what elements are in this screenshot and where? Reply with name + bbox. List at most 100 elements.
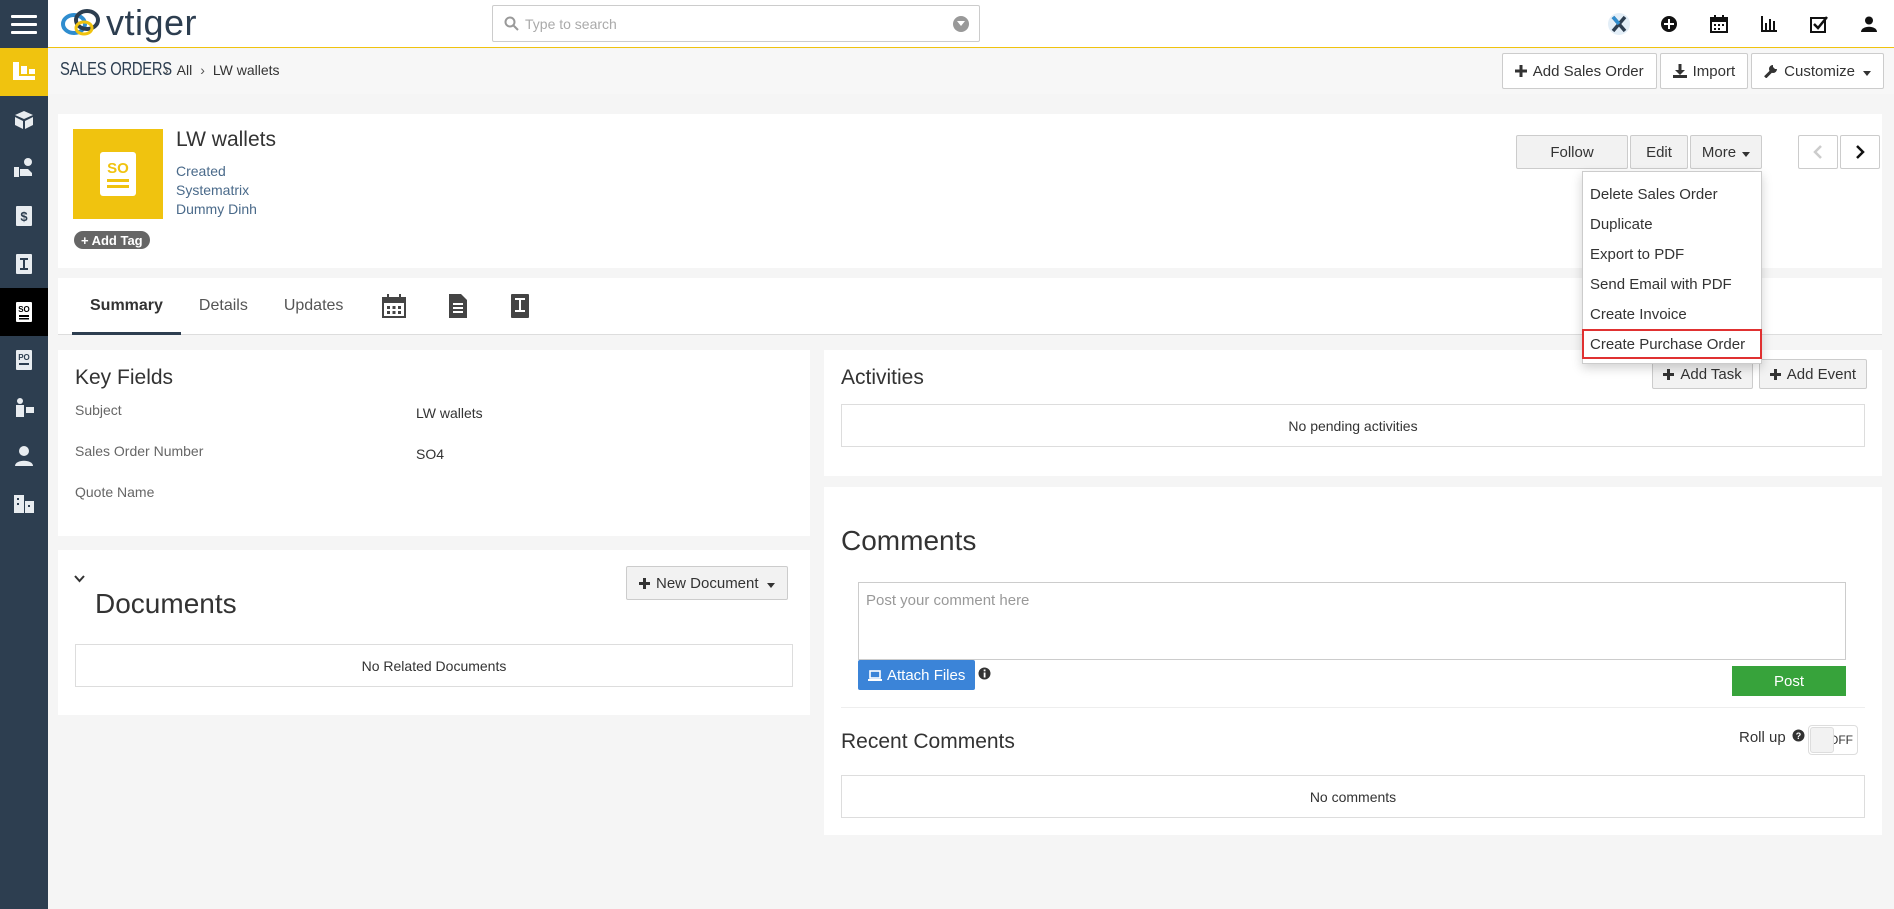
user-menu-button[interactable] xyxy=(1844,0,1894,48)
tab-updates[interactable]: Updates xyxy=(266,278,362,334)
breadcrumb-all[interactable]: All xyxy=(177,62,193,78)
customize-label: Customize xyxy=(1784,62,1855,80)
search-placeholder: Type to search xyxy=(525,15,617,32)
record-meta-line: Created xyxy=(176,163,226,179)
rail-item-sales-orders[interactable]: SO xyxy=(0,288,48,336)
next-record-button[interactable] xyxy=(1840,135,1880,169)
documents-empty-message: No Related Documents xyxy=(75,644,793,687)
checkbox-icon xyxy=(1810,16,1828,33)
record-meta-line[interactable]: Dummy Dinh xyxy=(176,200,257,219)
tab-summary[interactable]: Summary xyxy=(72,278,181,335)
calendar-icon xyxy=(1710,15,1728,33)
rollup-toggle[interactable]: OFF xyxy=(1808,725,1858,755)
attach-files-button[interactable]: Attach Files xyxy=(858,660,976,690)
top-bar: vtiger Type to search xyxy=(48,0,1894,48)
menu-item-create-purchase-order[interactable]: Create Purchase Order xyxy=(1582,329,1762,359)
calendar-button[interactable] xyxy=(1694,0,1744,48)
field-value-sales-order-number[interactable]: SO4 xyxy=(416,446,444,462)
tab-documents[interactable] xyxy=(427,278,489,334)
info-icon[interactable] xyxy=(978,667,991,683)
record-image: SO xyxy=(73,129,163,219)
rail-item-purchase-orders[interactable]: PO xyxy=(0,336,48,384)
rail-item-services[interactable] xyxy=(0,144,48,192)
person-icon xyxy=(15,446,33,466)
global-search-input[interactable]: Type to search xyxy=(492,5,980,42)
more-button[interactable]: More xyxy=(1690,135,1762,169)
key-fields-title: Key Fields xyxy=(75,366,174,389)
breadcrumb: SALES ORDERS › All › LW wallets xyxy=(60,59,280,80)
tab-activities[interactable] xyxy=(361,278,427,334)
activities-title: Activities xyxy=(841,366,924,389)
quick-x-button[interactable] xyxy=(1594,0,1644,48)
follow-button[interactable]: Follow xyxy=(1516,135,1628,169)
reports-button[interactable] xyxy=(1744,0,1794,48)
vtiger-logo[interactable]: vtiger xyxy=(60,4,197,42)
logo-mark-icon xyxy=(61,9,100,36)
tab-invoices[interactable] xyxy=(489,278,551,334)
add-event-button[interactable]: Add Event xyxy=(1758,359,1867,389)
rail-item-quotes[interactable] xyxy=(0,240,48,288)
activities-empty-message: No pending activities xyxy=(841,404,1865,447)
more-actions-dropdown: Delete Sales Order Duplicate Export to P… xyxy=(1582,171,1762,364)
field-label-sales-order-number: Sales Order Number xyxy=(75,443,204,459)
rollup-label: Roll up xyxy=(1739,729,1786,746)
left-icon-rail: $ SO PO xyxy=(0,0,48,909)
hand-coin-icon xyxy=(14,158,32,177)
breadcrumb-module[interactable]: SALES ORDERS xyxy=(60,59,172,80)
menu-item-send-email-with-pdf[interactable]: Send Email with PDF xyxy=(1583,269,1761,299)
recent-comments-title: Recent Comments xyxy=(841,730,1015,753)
menu-item-duplicate[interactable]: Duplicate xyxy=(1583,209,1761,239)
quick-create-button[interactable] xyxy=(1644,0,1694,48)
calendar-icon xyxy=(382,294,407,318)
dollar-book-icon: $ xyxy=(16,206,32,226)
field-label-quote-name: Quote Name xyxy=(75,484,155,500)
menu-item-delete-sales-order[interactable]: Delete Sales Order xyxy=(1583,179,1761,209)
record-title: LW wallets xyxy=(176,128,276,151)
previous-record-button[interactable] xyxy=(1798,135,1838,169)
rail-item-vendors[interactable] xyxy=(0,384,48,432)
sales-order-doc-icon: SO xyxy=(100,152,136,196)
header-actions: Add Sales Order Import Customize xyxy=(1501,53,1884,89)
chevron-right-icon: › xyxy=(200,61,205,78)
comment-textarea[interactable]: Post your comment here xyxy=(858,582,1846,660)
add-sales-order-label: Add Sales Order xyxy=(1532,62,1644,80)
add-event-label: Add Event xyxy=(1786,365,1856,383)
record-tile-label: SO xyxy=(107,160,129,177)
wrench-icon xyxy=(1764,64,1778,78)
user-icon xyxy=(1861,16,1877,32)
breadcrumb-bar: SALES ORDERS › All › LW wallets Add Sale… xyxy=(48,49,1894,94)
rail-item-products[interactable] xyxy=(0,96,48,144)
post-comment-button[interactable]: Post xyxy=(1732,666,1846,696)
help-icon[interactable]: ? xyxy=(1792,729,1805,746)
add-sales-order-button[interactable]: Add Sales Order xyxy=(1501,53,1657,89)
rail-item-inventory[interactable] xyxy=(0,48,48,96)
purchase-order-icon: PO xyxy=(16,350,32,370)
tasks-button[interactable] xyxy=(1794,0,1844,48)
documents-panel: Documents New Document No Related Docume… xyxy=(58,550,810,715)
x-app-icon xyxy=(1608,13,1630,35)
record-meta-line[interactable]: Systematrix xyxy=(176,181,257,200)
rail-item-organizations[interactable] xyxy=(0,480,48,528)
chevron-left-icon xyxy=(1813,145,1822,159)
caret-down-icon xyxy=(1742,144,1751,161)
field-label-subject: Subject xyxy=(75,402,122,418)
app-menu-button[interactable] xyxy=(0,0,48,48)
field-value-subject[interactable]: LW wallets xyxy=(416,405,483,421)
chevron-down-icon[interactable] xyxy=(74,570,85,586)
plus-circle-icon xyxy=(1661,16,1677,32)
add-tag-button[interactable]: + Add Tag xyxy=(74,231,150,249)
rail-item-price-books[interactable]: $ xyxy=(0,192,48,240)
record-navigation xyxy=(1798,135,1880,169)
edit-button[interactable]: Edit xyxy=(1630,135,1688,169)
key-fields-panel: Key Fields Subject LW wallets Sales Orde… xyxy=(58,350,810,536)
menu-item-export-to-pdf[interactable]: Export to PDF xyxy=(1583,239,1761,269)
laptop-icon xyxy=(868,669,882,681)
new-document-button[interactable]: New Document xyxy=(626,566,788,600)
svg-text:?: ? xyxy=(1795,731,1801,741)
tab-details[interactable]: Details xyxy=(181,278,266,334)
search-options-chevron-icon[interactable] xyxy=(953,15,969,32)
customize-button[interactable]: Customize xyxy=(1751,53,1884,89)
rail-item-contacts[interactable] xyxy=(0,432,48,480)
menu-item-create-invoice[interactable]: Create Invoice xyxy=(1583,299,1761,329)
import-button[interactable]: Import xyxy=(1659,53,1749,89)
